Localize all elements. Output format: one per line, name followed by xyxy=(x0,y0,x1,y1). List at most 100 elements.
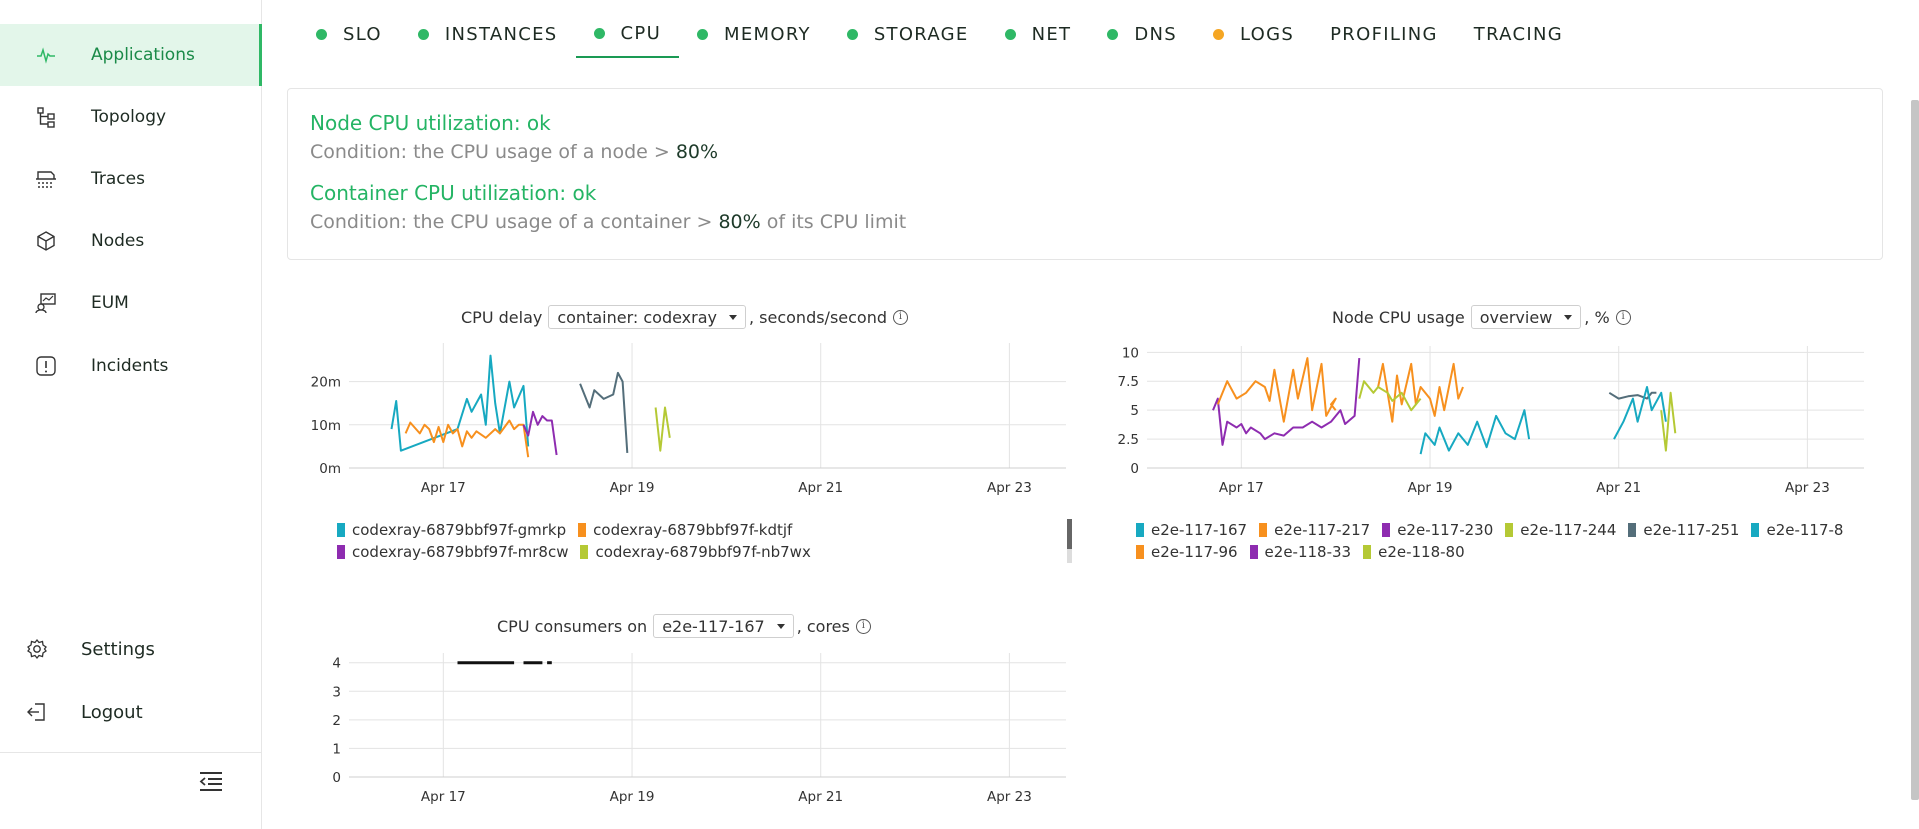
sidebar-item-label: Applications xyxy=(91,45,195,65)
legend-label: codexray-6879bbf97f-kdtjf xyxy=(593,521,793,539)
legend-item[interactable]: e2e-117-167 xyxy=(1136,521,1247,539)
sidebar-item-nodes[interactable]: Nodes xyxy=(0,210,262,272)
check-title[interactable]: Container CPU utilization: ok xyxy=(310,181,596,205)
y-tick-label: 2 xyxy=(332,713,341,729)
x-tick-label: Apr 23 xyxy=(1785,480,1830,496)
legend-swatch xyxy=(1505,523,1514,537)
check-title[interactable]: Node CPU utilization: ok xyxy=(310,111,551,135)
chart-title-unit: , cores xyxy=(796,616,850,636)
chart-title-unit: , seconds/second xyxy=(748,307,888,327)
container-select[interactable]: container: codexray xyxy=(548,305,746,329)
legend-swatch xyxy=(580,545,589,559)
threshold-value[interactable]: 80% xyxy=(718,211,760,233)
node-select[interactable]: overview xyxy=(1470,305,1582,329)
settings-button[interactable]: Settings xyxy=(0,618,262,680)
select-value: overview xyxy=(1479,307,1553,327)
sidebar-item-label: Topology xyxy=(91,107,167,127)
cpu-delay-chart: Apr 17 Apr 19 Apr 21 Apr 23 0m 10m 20m xyxy=(311,343,1066,496)
tab-label: PROFILING xyxy=(1330,23,1438,45)
logout-button[interactable]: Logout xyxy=(0,681,262,743)
tab-profiling[interactable]: PROFILING xyxy=(1312,10,1456,58)
legend-item[interactable]: e2e-117-96 xyxy=(1136,543,1238,561)
page-scrollbar[interactable] xyxy=(1911,100,1919,800)
status-dot xyxy=(417,28,429,40)
y-tick-label: 0 xyxy=(1130,461,1139,477)
legend-item[interactable]: e2e-118-80 xyxy=(1363,543,1465,561)
sidebar-item-incidents[interactable]: Incidents xyxy=(0,335,262,397)
info-icon[interactable]: i xyxy=(1615,309,1631,325)
chart-title-text: CPU delay xyxy=(461,307,543,327)
tab-slo[interactable]: SLO xyxy=(298,10,400,58)
x-tick-label: Apr 21 xyxy=(798,789,843,805)
legend-swatch xyxy=(1363,545,1372,559)
cpu-consumers-title: CPU consumers on e2e-117-167 , cores i xyxy=(497,614,871,638)
tab-label: LOGS xyxy=(1240,23,1295,45)
x-tick-label: Apr 23 xyxy=(987,789,1032,805)
tab-label: SLO xyxy=(343,23,382,45)
select-value: e2e-117-167 xyxy=(662,616,765,636)
tab-dns[interactable]: DNS xyxy=(1089,10,1195,58)
tab-net[interactable]: NET xyxy=(987,10,1090,58)
sidebar-item-label: Nodes xyxy=(91,231,145,251)
legend-item[interactable]: codexray-6879bbf97f-kdtjf xyxy=(578,521,792,539)
legend-label: e2e-118-80 xyxy=(1378,543,1465,561)
series-line[interactable] xyxy=(579,371,629,453)
series-line[interactable] xyxy=(1377,362,1464,423)
status-dot xyxy=(1213,28,1224,40)
status-dot xyxy=(593,27,605,39)
traces-icon xyxy=(33,166,59,192)
legend-item[interactable]: codexray-6879bbf97f-nb7wx xyxy=(580,543,811,561)
legend-swatch xyxy=(1382,523,1391,537)
legend-item[interactable]: e2e-117-217 xyxy=(1259,521,1370,539)
legend-item[interactable]: e2e-117-8 xyxy=(1751,521,1843,539)
series-line[interactable] xyxy=(654,406,671,452)
tab-label: INSTANCES xyxy=(444,23,558,45)
info-icon[interactable]: i xyxy=(855,618,871,634)
legend-item[interactable]: e2e-117-244 xyxy=(1505,521,1616,539)
tab-label: CPU xyxy=(620,22,662,44)
series-line[interactable] xyxy=(1216,357,1337,423)
legend-item[interactable]: e2e-117-251 xyxy=(1628,521,1739,539)
info-icon[interactable]: i xyxy=(893,309,909,325)
sidebar-item-topology[interactable]: Topology xyxy=(0,86,262,148)
check-condition: Condition: the CPU usage of a node > 80% xyxy=(310,141,718,163)
node-cpu-chart: Apr 17 Apr 19 Apr 21 Apr 23 0 2.5 5 7.5 10 xyxy=(1118,345,1864,496)
tab-instances[interactable]: INSTANCES xyxy=(400,10,576,58)
sidebar-item-applications[interactable]: Applications xyxy=(0,24,262,86)
node-select[interactable]: e2e-117-167 xyxy=(653,614,794,638)
legend-item[interactable]: e2e-117-230 xyxy=(1382,521,1493,539)
legend-label: e2e-117-244 xyxy=(1520,521,1617,539)
series-line[interactable] xyxy=(1613,386,1667,440)
y-tick-label: 0 xyxy=(332,770,341,786)
series-line[interactable] xyxy=(522,410,558,456)
legend-scroll-thumb[interactable] xyxy=(1067,519,1072,549)
tab-cpu[interactable]: CPU xyxy=(575,10,680,58)
series-line[interactable] xyxy=(1419,409,1531,455)
eum-icon xyxy=(33,290,59,316)
tab-memory[interactable]: MEMORY xyxy=(679,10,829,58)
status-dot xyxy=(1004,28,1016,40)
check-condition: Condition: the CPU usage of a container … xyxy=(310,211,906,233)
tab-label: STORAGE xyxy=(873,23,969,45)
series-line[interactable] xyxy=(404,419,530,458)
collapse-sidebar-icon[interactable] xyxy=(198,770,226,794)
tab-storage[interactable]: STORAGE xyxy=(829,10,987,58)
caret-down-icon xyxy=(776,623,785,629)
x-tick-label: Apr 17 xyxy=(421,480,466,496)
tab-label: NET xyxy=(1031,23,1072,45)
y-tick-label: 2.5 xyxy=(1118,432,1139,448)
legend-label: codexray-6879bbf97f-mr8cw xyxy=(352,543,569,561)
legend-item[interactable]: e2e-118-33 xyxy=(1249,543,1351,561)
legend-scrollbar[interactable] xyxy=(1067,519,1072,563)
threshold-value[interactable]: 80% xyxy=(676,141,718,163)
y-tick-label: 7.5 xyxy=(1118,374,1139,390)
tab-logs[interactable]: LOGS xyxy=(1195,10,1312,58)
checks-card: Node CPU utilization: ok Condition: the … xyxy=(287,88,1883,260)
tab-tracing[interactable]: TRACING xyxy=(1456,10,1581,58)
legend-item[interactable]: codexray-6879bbf97f-gmrkp xyxy=(337,521,566,539)
sidebar-item-label: EUM xyxy=(91,293,129,313)
sidebar-item-eum[interactable]: EUM xyxy=(0,272,262,334)
legend-item[interactable]: codexray-6879bbf97f-mr8cw xyxy=(337,543,568,561)
series-line[interactable] xyxy=(1212,358,1361,446)
sidebar-item-traces[interactable]: Traces xyxy=(0,148,262,210)
